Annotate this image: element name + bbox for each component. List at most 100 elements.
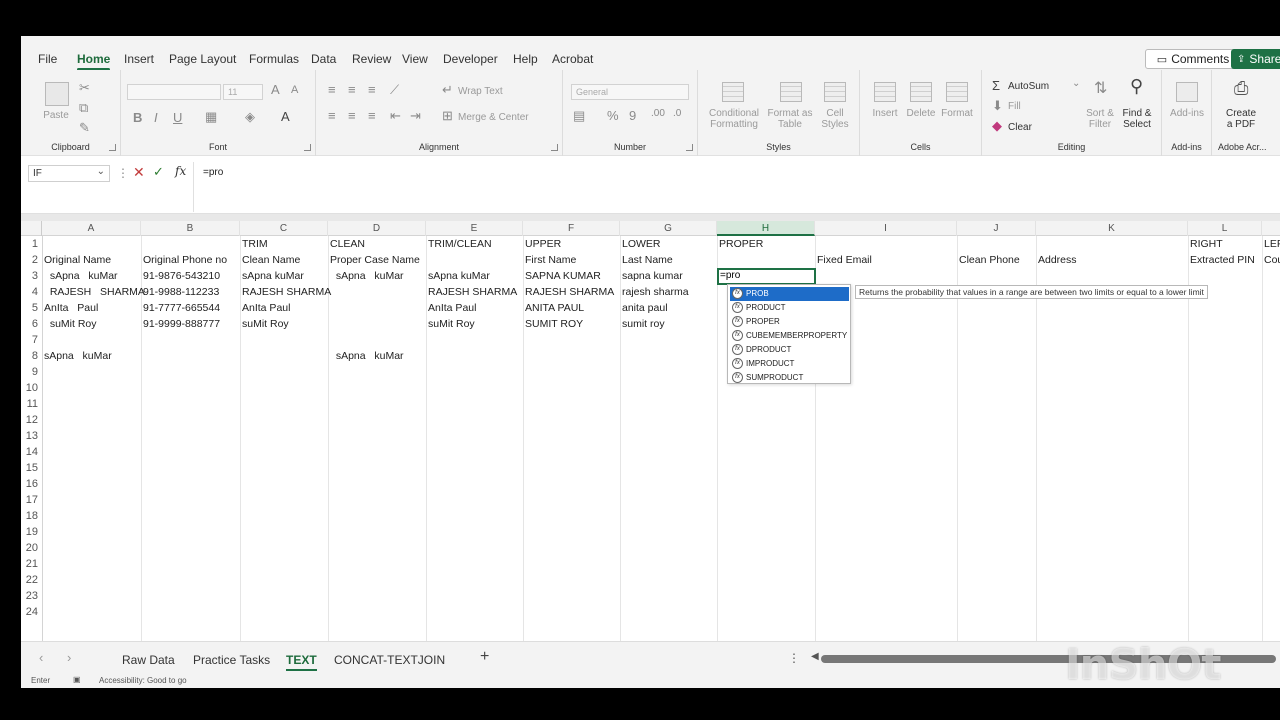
prev-sheet-icon[interactable]: ‹: [39, 650, 43, 665]
autosum-button[interactable]: AutoSum: [1008, 81, 1049, 92]
row-header[interactable]: 24: [21, 604, 41, 620]
tab-data[interactable]: Data: [311, 52, 336, 66]
cell-c5[interactable]: AnIta Paul: [242, 300, 290, 316]
underline-icon[interactable]: U: [173, 110, 182, 125]
tab-insert[interactable]: Insert: [124, 52, 154, 66]
row-header[interactable]: 21: [21, 556, 41, 572]
column-header-i[interactable]: I: [815, 221, 957, 236]
insert-function-icon[interactable]: fx: [175, 164, 186, 178]
fill-button[interactable]: Fill: [1008, 101, 1021, 112]
find-select-button[interactable]: Find & Select: [1116, 108, 1158, 130]
cell-a5[interactable]: AnIta Paul: [44, 300, 98, 316]
name-box[interactable]: IF: [28, 164, 110, 182]
format-cells-button[interactable]: Format: [940, 108, 974, 119]
copy-icon[interactable]: ⧉: [79, 100, 88, 116]
autocomplete-item[interactable]: fx PRODUCT: [730, 301, 849, 315]
clear-icon[interactable]: ◆: [992, 118, 1002, 134]
tab-file[interactable]: File: [38, 52, 57, 66]
delete-cells-icon[interactable]: [910, 82, 932, 102]
cell-b4[interactable]: 91-9988-112233: [143, 284, 219, 300]
cell-c6[interactable]: suMit Roy: [242, 316, 289, 332]
cell-g6[interactable]: sumit roy: [622, 316, 665, 332]
row-header[interactable]: 18: [21, 508, 41, 524]
align-bottom-icon[interactable]: ≡: [368, 82, 376, 97]
cell-m2[interactable]: Cou: [1264, 252, 1280, 268]
fill-icon[interactable]: ⬇: [992, 98, 1003, 114]
tab-help[interactable]: Help: [513, 52, 538, 66]
sheet-tab-practice-tasks[interactable]: Practice Tasks: [193, 653, 270, 667]
tab-formulas[interactable]: Formulas: [249, 52, 299, 66]
tab-developer[interactable]: Developer: [443, 52, 498, 66]
cell-g2[interactable]: Last Name: [622, 252, 673, 268]
format-as-table-icon[interactable]: [780, 82, 802, 102]
merge-icon[interactable]: ⊞: [442, 108, 453, 124]
cell-d3[interactable]: sApna kuMar: [330, 268, 404, 284]
autocomplete-item[interactable]: fx CUBEMEMBERPROPERTY: [730, 329, 849, 343]
select-all-corner[interactable]: [21, 221, 42, 236]
cell-a4[interactable]: RAJESH SHARMA: [44, 284, 145, 300]
autocomplete-item[interactable]: fx SUMPRODUCT: [730, 371, 849, 385]
share-button[interactable]: ⇪ Share: [1231, 49, 1280, 69]
conditional-formatting-button[interactable]: Conditional Formatting: [706, 108, 762, 130]
cell-g3[interactable]: sapna kumar: [622, 268, 683, 284]
row-header[interactable]: 19: [21, 524, 41, 540]
cancel-icon[interactable]: ✕: [133, 164, 145, 181]
decrease-font-icon[interactable]: A: [291, 84, 298, 96]
align-top-icon[interactable]: ≡: [328, 82, 336, 97]
tab-acrobat[interactable]: Acrobat: [552, 52, 593, 66]
cell-h1[interactable]: PROPER: [719, 236, 763, 252]
orientation-icon[interactable]: ⟋: [390, 82, 399, 98]
clear-button[interactable]: Clear: [1008, 122, 1032, 133]
sheet-tab-text[interactable]: TEXT: [286, 653, 317, 671]
insert-cells-icon[interactable]: [874, 82, 896, 102]
spreadsheet-grid[interactable]: A B C D E F G H I J K L 1 2 3 4 5 6 7 8 …: [21, 221, 1280, 641]
number-format-select[interactable]: General: [571, 84, 689, 100]
cell-f5[interactable]: ANITA PAUL: [525, 300, 584, 316]
column-header-d[interactable]: D: [328, 221, 426, 236]
cell-b3[interactable]: 91-9876-543210: [143, 268, 220, 284]
format-as-table-button[interactable]: Format as Table: [764, 108, 816, 130]
column-header-j[interactable]: J: [957, 221, 1036, 236]
fill-color-icon[interactable]: ◈: [245, 109, 255, 125]
row-header[interactable]: 2: [21, 252, 41, 268]
row-header[interactable]: 13: [21, 428, 41, 444]
alignment-launcher-icon[interactable]: [551, 144, 558, 151]
sort-filter-icon[interactable]: ⇅: [1094, 78, 1107, 98]
row-header[interactable]: 20: [21, 540, 41, 556]
cell-c2[interactable]: Clean Name: [242, 252, 300, 268]
cell-styles-button[interactable]: Cell Styles: [816, 108, 854, 130]
cell-k2[interactable]: Address: [1038, 252, 1077, 268]
addins-button[interactable]: Add-ins: [1166, 108, 1208, 119]
row-header[interactable]: 7: [21, 332, 41, 348]
formula-input[interactable]: =pro: [203, 167, 223, 178]
cell-f1[interactable]: UPPER: [525, 236, 561, 252]
row-header[interactable]: 17: [21, 492, 41, 508]
row-header[interactable]: 6: [21, 316, 41, 332]
align-left-icon[interactable]: ≡: [328, 108, 336, 123]
font-color-icon[interactable]: A: [281, 109, 290, 124]
row-header[interactable]: 23: [21, 588, 41, 604]
cell-e4[interactable]: RAJESH SHARMA: [428, 284, 517, 300]
row-header[interactable]: 16: [21, 476, 41, 492]
wrap-text-label[interactable]: Wrap Text: [458, 86, 503, 97]
increase-font-icon[interactable]: A: [271, 82, 280, 97]
row-header[interactable]: 3: [21, 268, 41, 284]
cell-c1[interactable]: TRIM: [242, 236, 268, 252]
column-header-a[interactable]: A: [42, 221, 141, 236]
number-launcher-icon[interactable]: [686, 144, 693, 151]
column-header-e[interactable]: E: [426, 221, 523, 236]
conditional-formatting-icon[interactable]: [722, 82, 744, 102]
cell-i2[interactable]: Fixed Email: [817, 252, 872, 268]
cell-d8[interactable]: sApna kuMar: [330, 348, 404, 364]
align-middle-icon[interactable]: ≡: [348, 82, 356, 97]
scroll-left-icon[interactable]: ◀: [811, 651, 819, 662]
cell-a8[interactable]: sApna kuMar: [44, 348, 112, 364]
enter-icon[interactable]: ✓: [153, 164, 164, 180]
column-header-l[interactable]: L: [1188, 221, 1262, 236]
comma-icon[interactable]: 9: [629, 108, 636, 123]
cell-f3[interactable]: SAPNA KUMAR: [525, 268, 601, 284]
accounting-icon[interactable]: ▤: [573, 108, 585, 124]
cell-d1[interactable]: CLEAN: [330, 236, 365, 252]
cell-e6[interactable]: suMit Roy: [428, 316, 475, 332]
cell-g1[interactable]: LOWER: [622, 236, 661, 252]
